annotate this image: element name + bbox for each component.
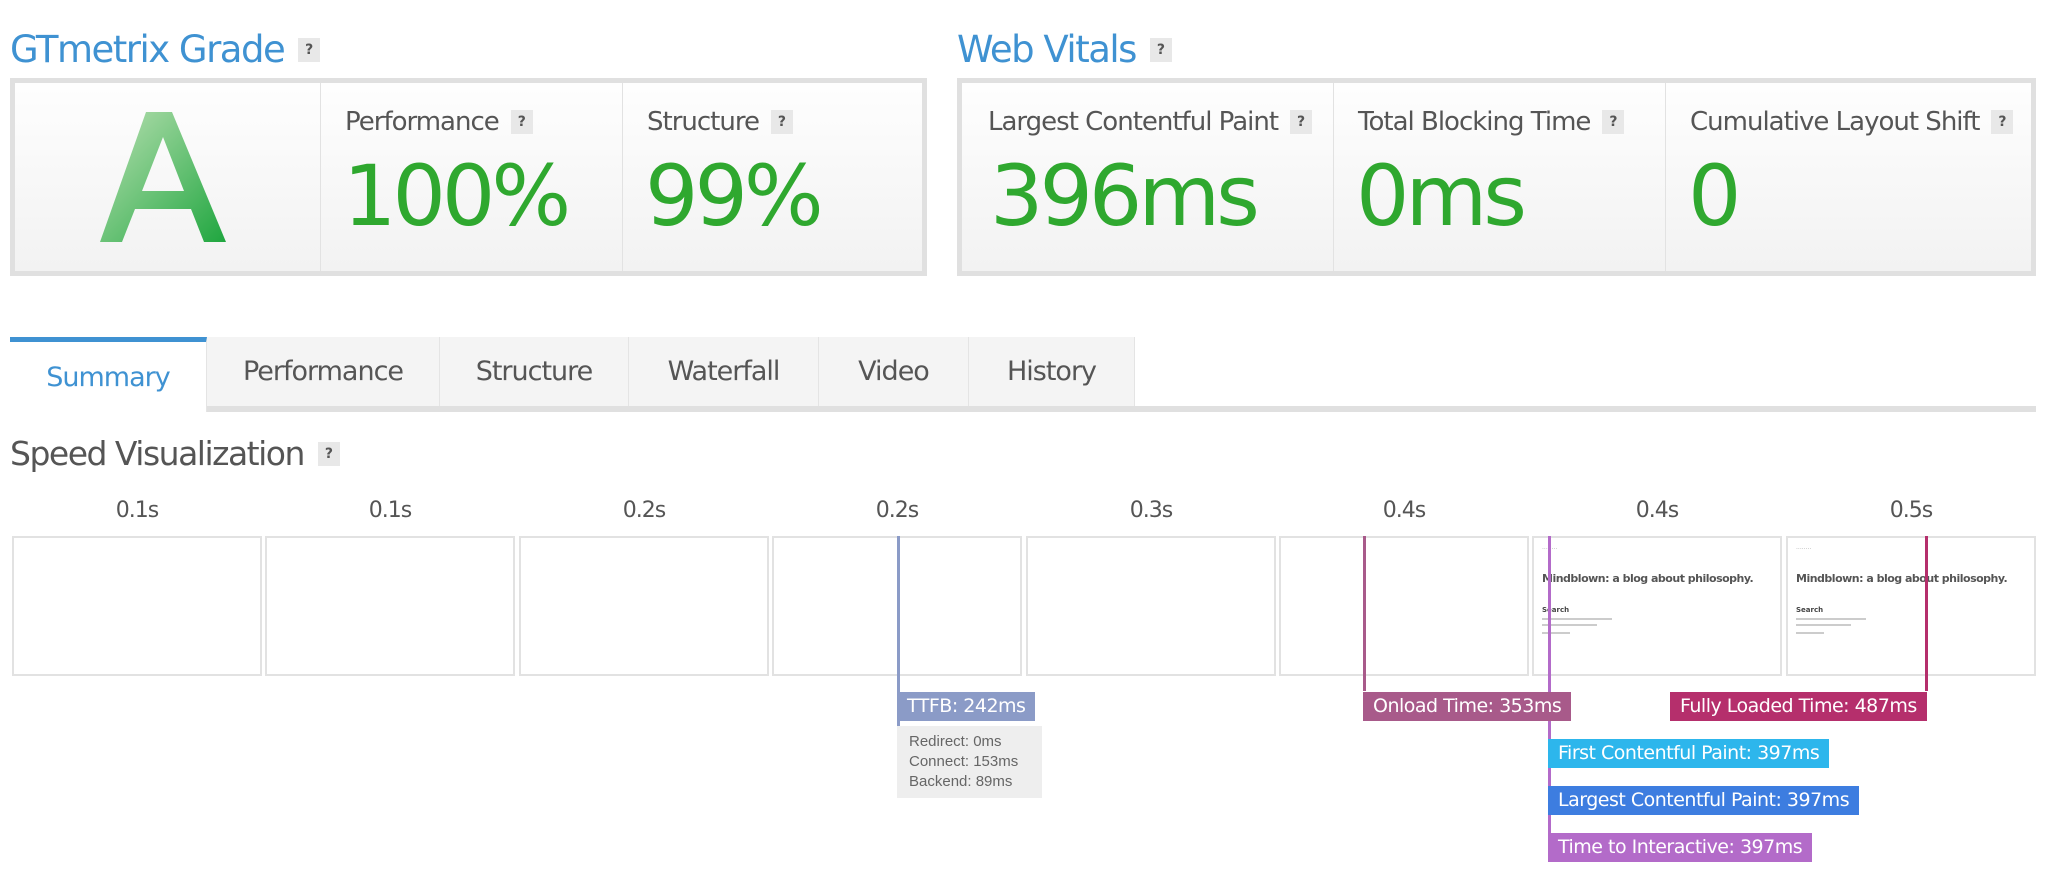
help-icon[interactable]: ? — [317, 441, 340, 466]
thumbnail-text-line — [1796, 618, 1866, 620]
lcp-marker: Largest Contentful Paint: 397ms — [1548, 786, 1860, 815]
ttfb-connect: Connect: 153ms — [909, 753, 1019, 770]
help-icon[interactable]: ? — [1149, 37, 1172, 62]
structure-label: Structure ? — [647, 107, 793, 137]
frame-time-label: 0.4s — [1635, 498, 1679, 523]
cls-cell: Cumulative Layout Shift ? 0 — [1666, 83, 2031, 271]
help-icon[interactable]: ? — [770, 110, 793, 134]
web-vitals-heading: Web Vitals — [957, 28, 1137, 71]
help-icon[interactable]: ? — [510, 110, 533, 134]
grade-a-icon — [99, 112, 226, 242]
thumbnail-heading: Search — [1542, 606, 1570, 614]
ttfb-backend: Backend: 89ms — [909, 773, 1013, 790]
help-icon[interactable]: ? — [298, 37, 321, 62]
performance-value: 100% — [343, 147, 571, 245]
web-vitals-panel: Largest Contentful Paint ? 396ms Total B… — [957, 78, 2036, 276]
lcp-value: 396ms — [990, 147, 1260, 245]
fcp-marker: First Contentful Paint: 397ms — [1548, 739, 1830, 768]
thumbnail-text-line — [1542, 618, 1612, 620]
tbt-value: 0ms — [1356, 147, 1527, 245]
grade-letter: A — [15, 83, 320, 271]
thumbnail-text-line — [1542, 632, 1570, 634]
tab-waterfall[interactable]: Waterfall — [629, 337, 819, 406]
thumbnail-text-line — [1796, 624, 1851, 626]
ttfb-breakdown: Redirect: 0ms Connect: 153ms Backend: 89… — [897, 726, 1042, 798]
thumbnail-site-name: ········ — [1796, 546, 1812, 553]
frame-time-label: 0.3s — [1129, 498, 1173, 523]
structure-value: 99% — [645, 147, 824, 245]
frame-time-label: 0.2s — [875, 498, 919, 523]
structure-cell: Structure ? 99% — [623, 83, 922, 271]
cls-label-text: Cumulative Layout Shift — [1690, 107, 1980, 137]
filmstrip-frame[interactable] — [1279, 536, 1529, 676]
help-icon[interactable]: ? — [1290, 110, 1313, 134]
gtmetrix-grade-panel: A Performance ? 100% Structure ? 99% — [10, 78, 927, 276]
tbt-cell: Total Blocking Time ? 0ms — [1334, 83, 1666, 271]
thumbnail-title: Mindblown: a blog about philosophy. — [1796, 572, 2008, 585]
filmstrip-frame[interactable]: ········Mindblown: a blog about philosop… — [1532, 536, 1782, 676]
web-vitals-title: Web Vitals ? — [957, 28, 1172, 71]
filmstrip-frame[interactable] — [519, 536, 769, 676]
onload-line — [1363, 536, 1366, 691]
tab-performance[interactable]: Performance — [207, 337, 440, 406]
gtmetrix-grade-title: GTmetrix Grade ? — [10, 28, 321, 71]
tab-summary[interactable]: Summary — [10, 337, 207, 412]
frame-time-label: 0.2s — [622, 498, 666, 523]
cls-value: 0 — [1688, 147, 1741, 245]
lcp-cell: Largest Contentful Paint ? 396ms — [962, 83, 1334, 271]
speed-visualization-title: Speed Visualization ? — [10, 434, 340, 473]
fully-loaded-marker: Fully Loaded Time: 487ms — [1670, 692, 1927, 721]
filmstrip-frame[interactable] — [12, 536, 262, 676]
performance-label: Performance ? — [345, 107, 533, 137]
tbt-label: Total Blocking Time ? — [1358, 107, 1625, 137]
fully-loaded-line — [1925, 536, 1928, 691]
frame-time-label: 0.1s — [368, 498, 412, 523]
gtmetrix-grade-heading: GTmetrix Grade — [10, 28, 286, 71]
speed-visualization-heading: Speed Visualization — [10, 434, 305, 473]
help-icon[interactable]: ? — [1991, 110, 2014, 134]
performance-cell: Performance ? 100% — [321, 83, 623, 271]
tabs-baseline — [207, 406, 2036, 412]
tab-structure[interactable]: Structure — [440, 337, 629, 406]
lcp-label-text: Largest Contentful Paint — [988, 107, 1279, 137]
frame-time-label: 0.1s — [115, 498, 159, 523]
onload-marker: Onload Time: 353ms — [1363, 692, 1572, 721]
filmstrip-frame[interactable] — [265, 536, 515, 676]
help-icon[interactable]: ? — [1602, 110, 1625, 134]
frame-time-label: 0.5s — [1889, 498, 1933, 523]
ttfb-marker: TTFB: 242ms — [897, 692, 1036, 721]
cls-label: Cumulative Layout Shift ? — [1690, 107, 2014, 137]
performance-label-text: Performance — [345, 107, 500, 137]
tab-history[interactable]: History — [969, 337, 1135, 406]
thumbnail-text-line — [1796, 632, 1824, 634]
thumbnail-heading: Search — [1796, 606, 1824, 614]
frame-time-label: 0.4s — [1382, 498, 1426, 523]
structure-label-text: Structure — [647, 107, 760, 137]
tbt-label-text: Total Blocking Time — [1358, 107, 1591, 137]
tab-video[interactable]: Video — [819, 337, 969, 406]
tti-marker: Time to Interactive: 397ms — [1548, 833, 1813, 862]
grade-cell: A — [15, 83, 321, 271]
thumbnail-title: Mindblown: a blog about philosophy. — [1542, 572, 1754, 585]
ttfb-redirect: Redirect: 0ms — [909, 733, 1002, 750]
filmstrip-frame[interactable]: ········ Mindblown: a blog about philosop… — [1786, 536, 2036, 676]
lcp-label: Largest Contentful Paint ? — [988, 107, 1313, 137]
report-tabs: Summary Performance Structure Waterfall … — [10, 337, 2036, 412]
filmstrip-frame[interactable] — [1026, 536, 1276, 676]
